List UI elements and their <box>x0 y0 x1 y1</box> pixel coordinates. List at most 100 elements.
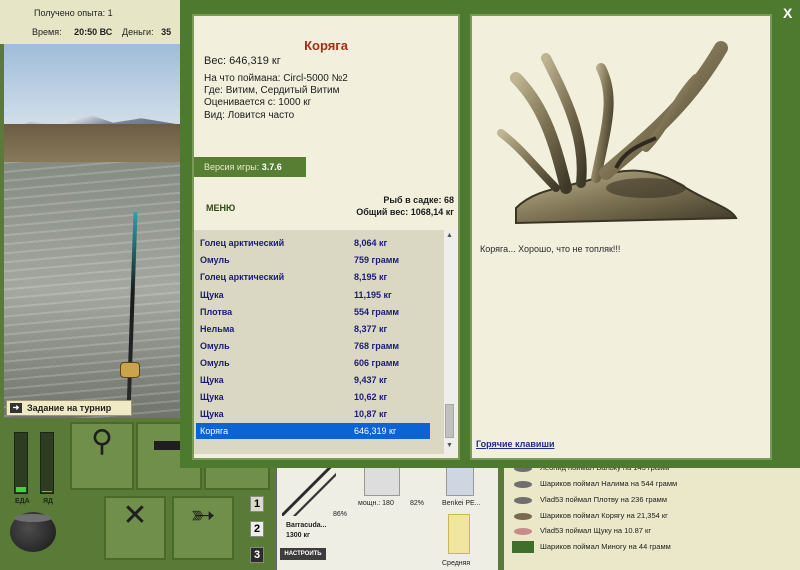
log-entry: Шариков поймал Налима на 544 грамм <box>540 479 678 488</box>
log-entry: Шариков поймал Миногу на 44 грамм <box>540 542 671 551</box>
fish-weight: 759 грамм <box>354 255 400 265</box>
fish-name: Щука <box>200 290 224 300</box>
driftwood-image <box>497 41 738 225</box>
fish-name: Щука <box>200 409 224 419</box>
food-meter-fill <box>16 487 26 492</box>
fish-icon: ➳ <box>190 499 216 532</box>
catch-weight: Вес: 646,319 кг <box>204 55 281 67</box>
driftwood-icon <box>514 513 532 520</box>
tournament-task-label: Задание на турнир <box>27 403 112 413</box>
catch-description: Коряга... Хорошо, что не топляк!!! <box>480 244 621 254</box>
hotkeys-link[interactable]: Горячие клавиши <box>476 439 554 449</box>
fish-weight: 646,319 кг <box>354 426 397 436</box>
fish-name: Щука <box>200 375 224 385</box>
fish-weight: 11,195 кг <box>354 290 392 300</box>
scroll-down-icon[interactable]: ▼ <box>446 442 453 449</box>
tournament-task-button[interactable]: ➜ Задание на турнир <box>6 400 132 416</box>
fish-name: Коряга <box>200 426 229 436</box>
fish-icon <box>514 528 532 535</box>
fish-name: Щука <box>200 392 224 402</box>
keepnet-row[interactable]: Омуль 759 грамм <box>196 252 430 268</box>
keepnet-row[interactable]: Плотва 554 грамм <box>196 304 430 320</box>
food-tile[interactable]: ✕ <box>104 496 166 560</box>
close-icon[interactable]: X <box>783 5 792 21</box>
rod-icon[interactable] <box>282 466 336 516</box>
fish-weight: 768 грамм <box>354 341 400 351</box>
keepnet-row[interactable]: Нельма 8,377 кг <box>196 321 430 337</box>
time-value: 20:50 ВС <box>74 27 113 37</box>
line-name: Benkei PE... <box>442 500 481 507</box>
time-display: Время: 20:50 ВС <box>32 27 112 37</box>
scroll-thumb[interactable] <box>445 404 454 438</box>
spinner-lure-icon[interactable] <box>448 514 470 554</box>
rod-weight: 1300 кг <box>286 532 310 539</box>
keepnet-row[interactable]: Голец арктический 8,064 кг <box>196 235 430 251</box>
slot-1-button[interactable]: 1 <box>250 496 264 512</box>
rod-reel-icon: ⚲ <box>91 425 113 458</box>
poison-label: ЯД <box>43 498 54 505</box>
reel-icon[interactable] <box>364 464 400 496</box>
fish-icon <box>514 497 532 504</box>
experience-text: Получено опыта: 1 <box>34 8 113 18</box>
fish-name: Омуль <box>200 341 230 351</box>
cauldron-icon[interactable] <box>10 512 56 552</box>
game-version: Версия игры: 3.7.6 <box>194 157 306 177</box>
fish-weight: 9,437 кг <box>354 375 388 385</box>
fish-icon <box>512 541 534 553</box>
food-meter <box>14 432 28 494</box>
poison-meter-fill <box>42 490 52 492</box>
food-label: ЕДА <box>15 498 30 505</box>
lure-size: Средняя <box>442 560 471 567</box>
keepnet-total-weight: Общий вес: 1068,14 кг <box>356 207 454 217</box>
menu-button[interactable]: МЕНЮ <box>206 203 235 213</box>
fish-weight: 10,87 кг <box>354 409 388 419</box>
rod-name: Barracuda... <box>286 522 327 529</box>
keepnet-count: Рыб в садке: 68 <box>383 195 454 205</box>
river-water <box>4 162 180 418</box>
log-entry: Vlad53 поймал Щуку на 10.87 кг <box>540 526 652 535</box>
reel-power: мощн.: 180 <box>358 500 394 507</box>
fish-icon <box>514 481 532 488</box>
keepnet-row[interactable]: Омуль 768 грамм <box>196 338 430 354</box>
fork-knife-icon: ✕ <box>122 499 148 532</box>
poison-meter <box>40 432 54 494</box>
caught-on: На что поймана: Circl-5000 №2 <box>204 73 348 84</box>
money-display: Деньги: 35 <box>122 27 171 37</box>
keepnet-row[interactable]: Щука 11,195 кг <box>196 287 430 303</box>
keepnet-row-selected[interactable]: Коряга 646,319 кг <box>196 423 430 439</box>
game-root: { "topbar": { "exp_label": "Получено опы… <box>0 0 800 570</box>
catch-valued-from: Оценивается с: 1000 кг <box>204 97 312 108</box>
fish-tile[interactable]: ➳ <box>172 496 234 560</box>
fish-weight: 8,064 кг <box>354 238 388 248</box>
catch-location: Где: Витим, Сердитый Витим <box>204 85 340 96</box>
tackle-tile[interactable]: ⚲ <box>70 422 134 490</box>
keepnet-row[interactable]: Голец арктический 8,195 кг <box>196 269 430 285</box>
fishing-reel <box>120 362 140 378</box>
catch-log: Леонид поймал Вальку на 143 грамм Шарико… <box>504 462 800 570</box>
version-label: Версия игры: <box>204 162 262 172</box>
fish-name: Голец арктический <box>200 272 285 282</box>
log-entry: Vlad53 поймал Плотву на 236 грамм <box>540 495 667 504</box>
rod-percent: 86% <box>333 511 348 518</box>
scroll-up-icon[interactable]: ▲ <box>446 232 453 239</box>
time-label: Время: <box>32 27 62 37</box>
fish-name: Плотва <box>200 307 233 317</box>
keepnet-row[interactable]: Омуль 606 грамм <box>196 355 430 371</box>
money-label: Деньги: <box>122 27 154 37</box>
fish-name: Нельма <box>200 324 235 334</box>
keepnet-row[interactable]: Щука 10,87 кг <box>196 406 430 422</box>
keepnet-scrollbar[interactable]: ▲ ▼ <box>444 230 456 454</box>
slot-2-button[interactable]: 2 <box>250 521 264 537</box>
fish-name: Голец арктический <box>200 238 285 248</box>
configure-button[interactable]: НАСТРОИТЬ <box>280 548 326 560</box>
version-number: 3.7.6 <box>261 162 282 172</box>
slot-3-button[interactable]: 3 <box>250 547 264 563</box>
fish-weight: 554 грамм <box>354 307 400 317</box>
fish-weight: 10,62 кг <box>354 392 388 402</box>
fish-name: Омуль <box>200 255 230 265</box>
shore-trees <box>4 124 180 164</box>
keepnet-row[interactable]: Щука 10,62 кг <box>196 389 430 405</box>
keepnet-row[interactable]: Щука 9,437 кг <box>196 372 430 388</box>
fishing-scene[interactable] <box>4 44 180 418</box>
line-spool-icon[interactable] <box>446 464 474 496</box>
